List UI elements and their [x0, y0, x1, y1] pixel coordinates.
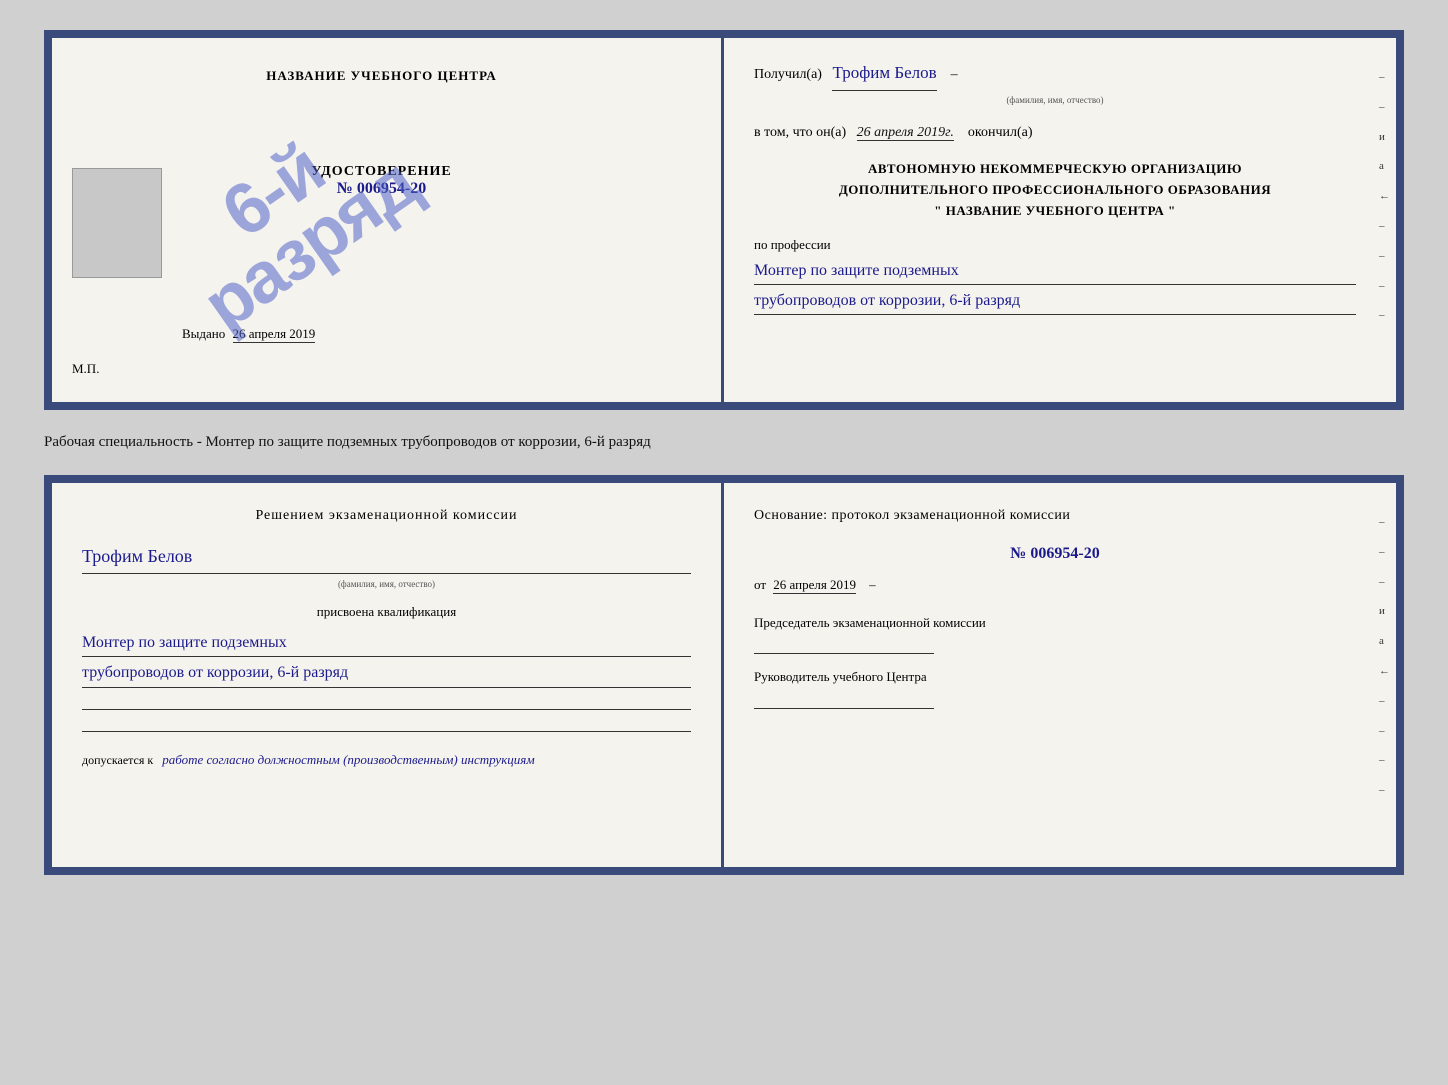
org-name-line: " НАЗВАНИЕ УЧЕБНОГО ЦЕНТРА ": [754, 201, 1356, 222]
bottom-certificate: Решением экзаменационной комиссии Трофим…: [44, 475, 1404, 875]
udostoverenie-title: УДОСТОВЕРЕНИЕ: [311, 164, 451, 180]
org-name-close: ": [1168, 203, 1176, 218]
photo-placeholder: [72, 168, 162, 278]
vtom-label: в том, что он(а): [754, 125, 846, 140]
udostoverenie-block: УДОСТОВЕРЕНИЕ № 006954-20: [311, 164, 451, 198]
cert-number-top: № 006954-20: [311, 180, 451, 198]
org-name: НАЗВАНИЕ УЧЕБНОГО ЦЕНТРА: [946, 203, 1165, 218]
org-name-open: ": [934, 203, 942, 218]
poluchil-row: Получил(а) Трофим Белов – (фамилия, имя,…: [754, 58, 1356, 108]
dash1: –: [951, 67, 958, 82]
profession-line2-top: трубопроводов от коррозии, 6-й разряд: [754, 287, 1356, 315]
document-container: НАЗВАНИЕ УЧЕБНОГО ЦЕНТРА 6-й разряд УДОС…: [44, 30, 1404, 875]
ot-label: от: [754, 577, 766, 592]
profession-block-top: Монтер по защите подземных трубопроводов…: [754, 257, 1356, 315]
recipient-hint-top: (фамилия, имя, отчество): [754, 92, 1356, 108]
qualification-line1: Монтер по защите подземных: [82, 629, 691, 657]
stamp-text: 6-й разряд: [157, 96, 427, 339]
side-lines-top: – – и а ← – – – –: [1379, 68, 1390, 326]
chief-sig-line: [754, 693, 934, 709]
chief-block: Руководитель учебного Центра: [754, 666, 1356, 708]
org-line2: ДОПОЛНИТЕЛЬНОГО ПРОФЕССИОНАЛЬНОГО ОБРАЗО…: [754, 180, 1356, 201]
cert-left-panel: НАЗВАНИЕ УЧЕБНОГО ЦЕНТРА 6-й разряд УДОС…: [52, 38, 724, 402]
poluchil-label: Получил(а): [754, 67, 822, 82]
vydano-row: Выдано 26 апреля 2019: [182, 326, 315, 342]
chief-label: Руководитель учебного Центра: [754, 666, 1356, 688]
vydano-date: 26 апреля 2019: [233, 326, 316, 343]
protocol-number: № 006954-20: [754, 540, 1356, 569]
decision-title: Решением экзаменационной комиссии: [82, 503, 691, 528]
dopusk-text: работе согласно должностным (производств…: [162, 752, 534, 767]
chairman-sig-line: [754, 638, 934, 654]
ot-date-row: от 26 апреля 2019 –: [754, 573, 1356, 596]
stamp-overlay: 6-й разряд: [132, 78, 452, 358]
qualification-line2: трубопроводов от коррозии, 6-й разряд: [82, 659, 691, 687]
org-line1: АВТОНОМНУЮ НЕКОММЕРЧЕСКУЮ ОРГАНИЗАЦИЮ: [754, 159, 1356, 180]
org-block: АВТОНОМНУЮ НЕКОММЕРЧЕСКУЮ ОРГАНИЗАЦИЮ ДО…: [754, 159, 1356, 221]
chairman-block: Председатель экзаменационной комиссии: [754, 612, 1356, 654]
dopuskaetsya-label: допускается к: [82, 753, 153, 767]
recipient-name-bottom: Трофим Белов: [82, 540, 691, 573]
ot-date: 26 апреля 2019: [773, 577, 856, 594]
completion-date: 26 апреля 2019г.: [857, 125, 954, 141]
blank-line-2: [82, 712, 691, 732]
bottom-right-panel: Основание: протокол экзаменационной коми…: [724, 483, 1396, 867]
mp-label: М.П.: [72, 361, 99, 376]
chairman-label: Председатель экзаменационной комиссии: [754, 612, 1356, 634]
osnovanie-title: Основание: протокол экзаменационной коми…: [754, 503, 1356, 528]
vydano-label: Выдано: [182, 326, 225, 341]
specialty-text: Рабочая специальность - Монтер по защите…: [44, 428, 1404, 457]
recipient-name-top: Трофим Белов: [832, 58, 936, 91]
side-lines-bottom: – – – и а ← – – – –: [1379, 513, 1390, 801]
bottom-left-panel: Решением экзаменационной комиссии Трофим…: [52, 483, 724, 867]
qualification-block: Монтер по защите подземных трубопроводов…: [82, 629, 691, 687]
prisvoena-text: присвоена квалификация: [82, 600, 691, 623]
vtom-row: в том, что он(а) 26 апреля 2019г. окончи…: [754, 120, 1356, 145]
top-certificate: НАЗВАНИЕ УЧЕБНОГО ЦЕНТРА 6-й разряд УДОС…: [44, 30, 1404, 410]
okончил-label: окончил(а): [968, 125, 1033, 140]
mp-row: М.П.: [72, 361, 99, 377]
profession-line1-top: Монтер по защите подземных: [754, 257, 1356, 285]
dopuskaetsya-row: допускается к работе согласно должностны…: [82, 748, 691, 772]
blank-line-1: [82, 690, 691, 710]
cert-right-panel: Получил(а) Трофим Белов – (фамилия, имя,…: [724, 38, 1396, 402]
center-title-top: НАЗВАНИЕ УЧЕБНОГО ЦЕНТРА: [266, 68, 497, 84]
name-hint-bottom: (фамилия, имя, отчество): [82, 576, 691, 592]
po-professii: по профессии: [754, 233, 1356, 256]
name-block-bottom: Трофим Белов (фамилия, имя, отчество): [82, 540, 691, 592]
